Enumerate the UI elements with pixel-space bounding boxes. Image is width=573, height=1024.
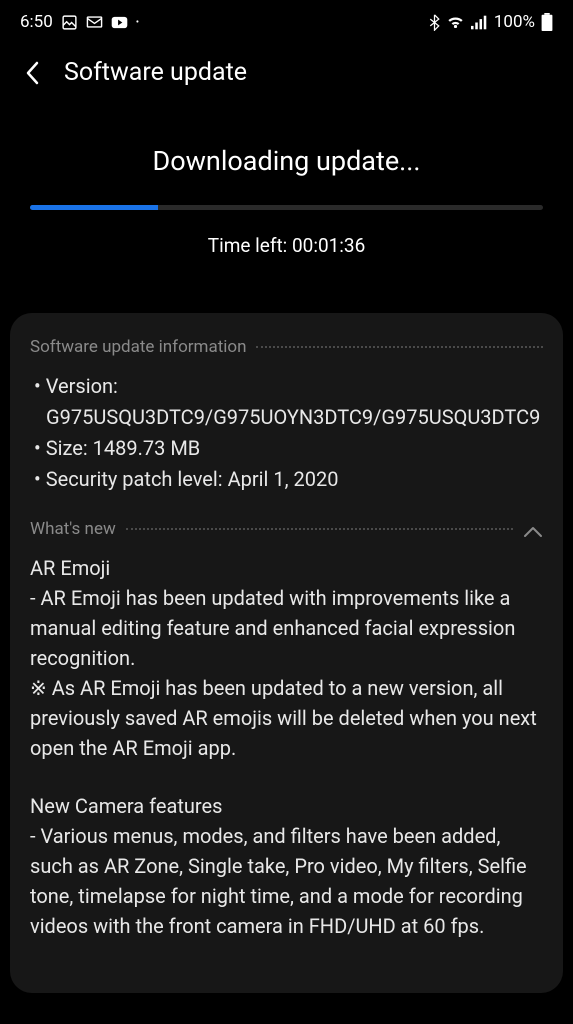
time-left: Time left: 00:01:36 — [30, 234, 543, 257]
update-info-header: Software update information — [30, 337, 543, 357]
time-left-value: 00:01:36 — [292, 234, 365, 257]
update-info-list: • Version: G975USQU3DTC9/G975UOYN3DTC9/G… — [30, 371, 543, 495]
back-button[interactable] — [24, 59, 40, 87]
feature-desc: - AR Emoji has been updated with improve… — [30, 583, 543, 673]
status-left: 6:50 • — [20, 12, 139, 32]
security-value: April 1, 2020 — [228, 467, 339, 491]
whats-new-header[interactable]: What's new — [30, 519, 543, 539]
size-item: • Size: 1489.73 MB — [30, 433, 543, 464]
update-info-title: Software update information — [30, 337, 246, 357]
status-bar: 6:50 • 100% — [0, 0, 573, 40]
dot-icon: • — [136, 17, 139, 28]
feature-title: AR Emoji — [30, 553, 543, 583]
divider-dotted — [126, 528, 513, 530]
mail-icon — [86, 15, 103, 29]
security-label: Security patch level: — [46, 467, 223, 491]
status-right: 100% — [429, 12, 553, 32]
bluetooth-icon — [429, 14, 440, 31]
feature-title: New Camera features — [30, 791, 543, 821]
size-label: Size: — [46, 436, 88, 460]
play-icon — [111, 16, 128, 29]
page-title: Software update — [64, 58, 247, 87]
version-item: • Version: G975USQU3DTC9/G975UOYN3DTC9/G… — [30, 371, 543, 433]
signal-icon — [471, 15, 488, 30]
feature-desc: - Various menus, modes, and filters have… — [30, 821, 543, 941]
whats-new-content: AR Emoji - AR Emoji has been updated wit… — [30, 553, 543, 941]
time-left-label: Time left: — [208, 234, 288, 257]
download-status-title: Downloading update... — [30, 145, 543, 177]
feature-note: ※ As AR Emoji has been updated to a new … — [30, 673, 543, 763]
progress-fill — [30, 205, 158, 210]
size-value: 1489.73 MB — [93, 436, 201, 460]
battery-percent: 100% — [494, 12, 535, 32]
page-header: Software update — [0, 40, 573, 97]
progress-bar — [30, 205, 543, 210]
security-item: • Security patch level: April 1, 2020 — [30, 464, 543, 495]
feature-section-ar-emoji: AR Emoji - AR Emoji has been updated wit… — [30, 553, 543, 763]
battery-icon — [541, 13, 553, 31]
image-icon — [61, 14, 78, 31]
feature-section-camera: New Camera features - Various menus, mod… — [30, 791, 543, 941]
wifi-icon — [446, 15, 465, 30]
divider-dotted — [256, 346, 543, 348]
whats-new-title: What's new — [30, 519, 116, 539]
status-time: 6:50 — [20, 12, 53, 32]
update-info-card: Software update information • Version: G… — [10, 313, 563, 993]
chevron-up-icon — [523, 523, 543, 535]
version-label: Version: — [46, 374, 118, 398]
download-section: Downloading update... Time left: 00:01:3… — [0, 97, 573, 277]
version-value: G975USQU3DTC9/G975UOYN3DTC9/G975USQU3DTC… — [46, 405, 540, 429]
